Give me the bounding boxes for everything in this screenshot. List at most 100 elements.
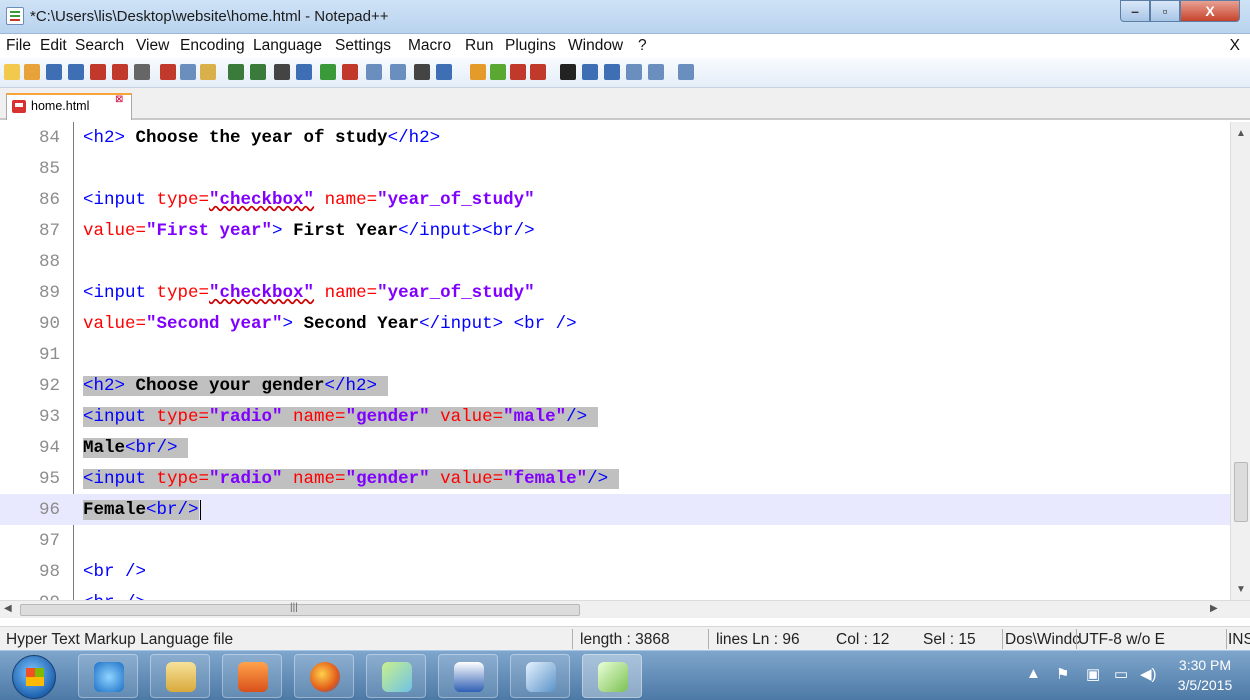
menu-file[interactable]: File (6, 37, 31, 55)
vertical-scrollbar[interactable]: ▲ ▼ (1230, 122, 1250, 600)
code-line[interactable]: 96 Female<br/> (0, 494, 1230, 525)
undo-icon[interactable] (228, 64, 244, 80)
sync-v-icon[interactable] (366, 64, 382, 80)
play-macro-icon[interactable] (604, 64, 620, 80)
code-line[interactable]: 95 <input type="radio" name="gender" valu… (0, 463, 1230, 494)
code-line[interactable]: 84 <h2> Choose the year of study</h2> (0, 122, 1230, 153)
code-line[interactable]: 88 (0, 246, 1230, 277)
redo-icon[interactable] (250, 64, 266, 80)
taskbar-explorer[interactable] (150, 654, 210, 698)
line-number: 86 (38, 190, 60, 210)
open-file-icon[interactable] (24, 64, 40, 80)
close-all-icon[interactable] (112, 64, 128, 80)
code-line[interactable]: 92 <h2> Choose your gender</h2> (0, 370, 1230, 401)
close-tab-icon[interactable]: ⊠ (115, 89, 123, 111)
notepad-app-icon[interactable] (6, 7, 24, 25)
scroll-right-arrow-icon[interactable]: ▶ (1210, 603, 1218, 614)
copy-icon[interactable] (180, 64, 196, 80)
horizontal-scroll-thumb[interactable] (20, 604, 580, 616)
code-line[interactable]: 93 <input type="radio" name="gender" valu… (0, 401, 1230, 432)
folder-workspace-icon[interactable] (530, 64, 546, 80)
code-line[interactable]: 89 <input type="checkbox" name="year_of_s… (0, 277, 1230, 308)
maximize-button[interactable]: ▫ (1150, 0, 1180, 22)
menu-window[interactable]: Window (568, 37, 623, 55)
code-text: <input type="checkbox" name="year_of_stu… (83, 283, 535, 303)
menu-plugins[interactable]: Plugins (505, 37, 556, 55)
scroll-left-arrow-icon[interactable]: ◀ (4, 603, 12, 614)
menu-view[interactable]: View (136, 37, 169, 55)
device-icon[interactable]: ▣ (1086, 665, 1100, 683)
horizontal-scrollbar[interactable]: ◀ ||| ▶ (0, 600, 1250, 618)
scroll-down-arrow-icon[interactable]: ▼ (1236, 584, 1246, 595)
paste-icon[interactable] (200, 64, 216, 80)
save-icon[interactable] (46, 64, 62, 80)
network-icon[interactable]: ▭ (1114, 665, 1128, 683)
zoom-in-icon[interactable] (320, 64, 336, 80)
save-all-icon[interactable] (68, 64, 84, 80)
firefox-icon (310, 662, 340, 692)
code-line[interactable]: 94 Male<br/> (0, 432, 1230, 463)
zoom-out-icon[interactable] (342, 64, 358, 80)
minimize-button[interactable]: – (1120, 0, 1150, 22)
replace-icon[interactable] (296, 64, 312, 80)
show-hidden-icons-icon[interactable]: ▲ (1026, 665, 1041, 682)
close-icon[interactable] (90, 64, 106, 80)
code-line[interactable]: 85 (0, 153, 1230, 184)
taskbar-media-player[interactable] (222, 654, 282, 698)
show-all-chars-icon[interactable] (436, 64, 452, 80)
code-line[interactable]: 86 <input type="checkbox" name="year_of_s… (0, 184, 1230, 215)
spell-check-icon[interactable] (678, 64, 694, 80)
new-file-icon[interactable] (4, 64, 20, 80)
scroll-up-arrow-icon[interactable]: ▲ (1236, 128, 1246, 139)
function-list-icon[interactable] (510, 64, 526, 80)
code-editor[interactable]: 84 <h2> Choose the year of study</h2> 85 86… (0, 122, 1250, 600)
text-cursor (199, 500, 201, 520)
menu-run[interactable]: Run (465, 37, 493, 55)
run-macro-icon[interactable] (626, 64, 642, 80)
taskbar-notepad[interactable] (510, 654, 570, 698)
indent-guide-icon[interactable] (470, 64, 486, 80)
menu-macro[interactable]: Macro (408, 37, 451, 55)
system-clock[interactable]: 3:30 PM 3/5/2015 (1168, 655, 1242, 695)
line-number: 92 (38, 376, 60, 396)
record-macro-icon[interactable] (560, 64, 576, 80)
tab-home-html[interactable]: home.html ⊠ (6, 93, 132, 120)
code-line[interactable]: 87 value="First year"> First Year</input>… (0, 215, 1230, 246)
taskbar-firefox[interactable] (294, 654, 354, 698)
code-line[interactable]: 99 <br /> (0, 587, 1230, 600)
find-icon[interactable] (274, 64, 290, 80)
menu-settings[interactable]: Settings (335, 37, 391, 55)
cut-icon[interactable] (160, 64, 176, 80)
print-icon[interactable] (134, 64, 150, 80)
doc-map-icon[interactable] (490, 64, 506, 80)
vertical-scroll-thumb[interactable] (1234, 462, 1248, 522)
taskbar-notepadpp[interactable] (582, 654, 642, 698)
action-center-flag-icon[interactable]: ⚑ (1056, 665, 1069, 683)
word-wrap-icon[interactable] (414, 64, 430, 80)
clock-date: 3/5/2015 (1177, 677, 1233, 693)
code-line[interactable]: 97 (0, 525, 1230, 556)
volume-icon[interactable]: ◀) (1140, 665, 1157, 683)
taskbar-app[interactable] (366, 654, 426, 698)
taskbar-word[interactable] (438, 654, 498, 698)
menu-edit[interactable]: Edit (40, 37, 67, 55)
code-line[interactable]: 90 value="Second year"> Second Year</inpu… (0, 308, 1230, 339)
line-number: 90 (38, 314, 60, 334)
close-document-x[interactable]: X (1230, 37, 1240, 55)
menu-encoding[interactable]: Encoding (180, 37, 245, 55)
code-text: Female<br/> (83, 500, 201, 520)
menu-help[interactable]: ? (638, 37, 647, 55)
code-line[interactable]: 98 <br /> (0, 556, 1230, 587)
save-macro-icon[interactable] (648, 64, 664, 80)
start-button[interactable] (12, 655, 56, 699)
sync-h-icon[interactable] (390, 64, 406, 80)
line-number: 91 (38, 345, 60, 365)
code-text: Male<br/> (83, 438, 189, 458)
stop-record-icon[interactable] (582, 64, 598, 80)
taskbar-ie[interactable] (78, 654, 138, 698)
code-line[interactable]: 91 (0, 339, 1230, 370)
menu-search[interactable]: Search (75, 37, 124, 55)
tab-bar: home.html ⊠ (0, 88, 1250, 120)
menu-language[interactable]: Language (253, 37, 322, 55)
close-window-button[interactable]: X (1180, 0, 1240, 22)
